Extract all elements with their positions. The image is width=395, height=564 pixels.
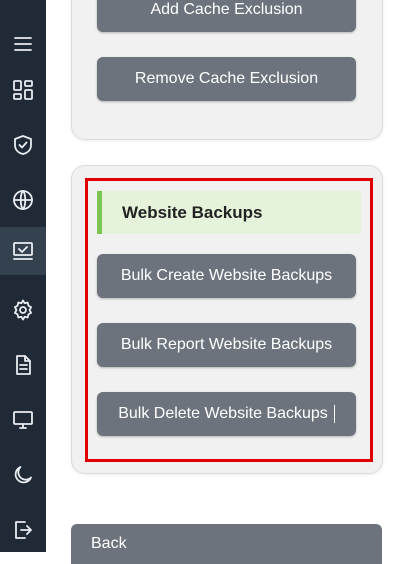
bulk-delete-label: Bulk Delete Website Backups <box>118 405 328 422</box>
gear-icon[interactable] <box>0 290 46 330</box>
menu-icon[interactable] <box>0 24 46 64</box>
back-button[interactable]: Back <box>71 524 382 564</box>
section-title: Website Backups <box>97 191 361 234</box>
bulk-create-backups-button[interactable]: Bulk Create Website Backups <box>97 254 356 298</box>
document-icon[interactable] <box>0 345 46 385</box>
remove-cache-exclusion-button[interactable]: Remove Cache Exclusion <box>97 57 356 101</box>
bulk-delete-backups-button[interactable]: Bulk Delete Website Backups <box>97 392 356 436</box>
logout-icon[interactable] <box>0 510 46 550</box>
sidebar <box>0 0 46 552</box>
moon-icon[interactable] <box>0 455 46 495</box>
shield-check-icon[interactable] <box>0 125 46 165</box>
globe-icon[interactable] <box>0 180 46 220</box>
desktop-icon[interactable] <box>0 400 46 440</box>
dashboard-icon[interactable] <box>0 70 46 110</box>
monitor-check-icon[interactable] <box>0 227 46 275</box>
add-cache-exclusion-button[interactable]: Add Cache Exclusion <box>97 0 356 32</box>
bulk-report-backups-button[interactable]: Bulk Report Website Backups <box>97 323 356 367</box>
text-cursor <box>333 405 335 423</box>
